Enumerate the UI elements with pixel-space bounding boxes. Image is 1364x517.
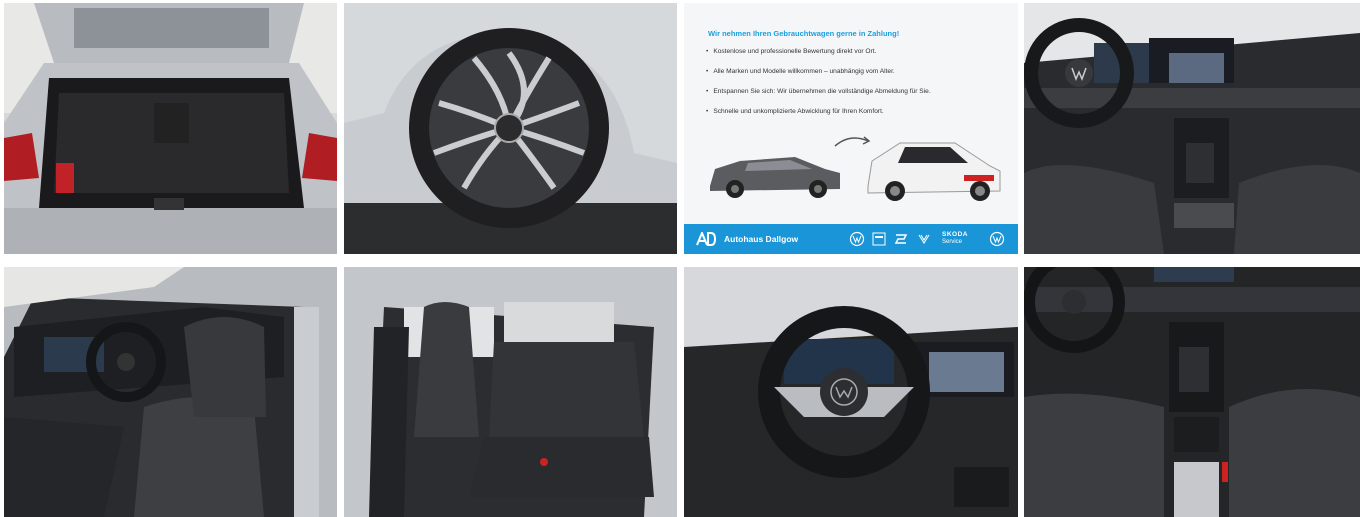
dealer-name: Autohaus Dallgow <box>724 234 799 244</box>
benefit-list: Kostenlose und professionelle Bewertung … <box>706 47 931 127</box>
gallery-tile-steering-wheel[interactable] <box>684 267 1018 517</box>
trade-in-banner[interactable]: Wir nehmen Ihren Gebrauchtwagen gerne in… <box>684 3 1018 254</box>
vw-used-cars-logo-icon <box>989 231 1005 247</box>
gallery-tile-rear-seats[interactable] <box>344 267 677 517</box>
arrow-icon <box>834 137 869 147</box>
skoda-logo-text: SKODA <box>942 231 968 238</box>
gallery-tile-front-seats[interactable] <box>4 267 337 517</box>
trunk-photo <box>4 3 337 254</box>
new-car-icon <box>867 142 1001 201</box>
benefit-item: Alle Marken und Modelle willkommen – una… <box>706 67 931 87</box>
benefit-item: Kostenlose und professionelle Bewertung … <box>706 47 931 67</box>
gallery-tile-dashboard[interactable] <box>1024 3 1360 254</box>
gallery-tile-wheel[interactable] <box>344 3 677 254</box>
commercial-vehicles-logo-icon <box>872 232 886 246</box>
dealer-footer: Autohaus Dallgow SKODA Service <box>684 224 1018 254</box>
dealer-logo-icon <box>696 232 716 246</box>
vw-logo-icon <box>849 231 865 247</box>
car-exchange-illustration <box>710 136 1001 201</box>
steering-wheel-photo <box>684 267 1018 517</box>
benefit-item: Entspannen Sie sich: Wir übernehmen die … <box>706 87 930 107</box>
gallery-tile-center-console[interactable] <box>1024 267 1360 517</box>
skoda-service-text: Service <box>942 239 963 245</box>
wheel-photo <box>344 3 677 254</box>
seat-logo-icon <box>894 234 908 244</box>
old-car-icon <box>710 157 840 198</box>
front-seats-photo <box>4 267 337 517</box>
benefit-item: Schnelle und unkomplizierte Abwicklung f… <box>706 107 931 127</box>
cupra-logo-icon <box>918 234 930 244</box>
center-console-photo <box>1024 267 1360 517</box>
dashboard-photo <box>1024 3 1360 254</box>
banner-title: Wir nehmen Ihren Gebrauchtwagen gerne in… <box>708 29 900 38</box>
gallery-tile-trunk[interactable] <box>4 3 337 254</box>
rear-seats-photo <box>344 267 677 517</box>
photo-gallery: Wir nehmen Ihren Gebrauchtwagen gerne in… <box>0 0 1364 517</box>
